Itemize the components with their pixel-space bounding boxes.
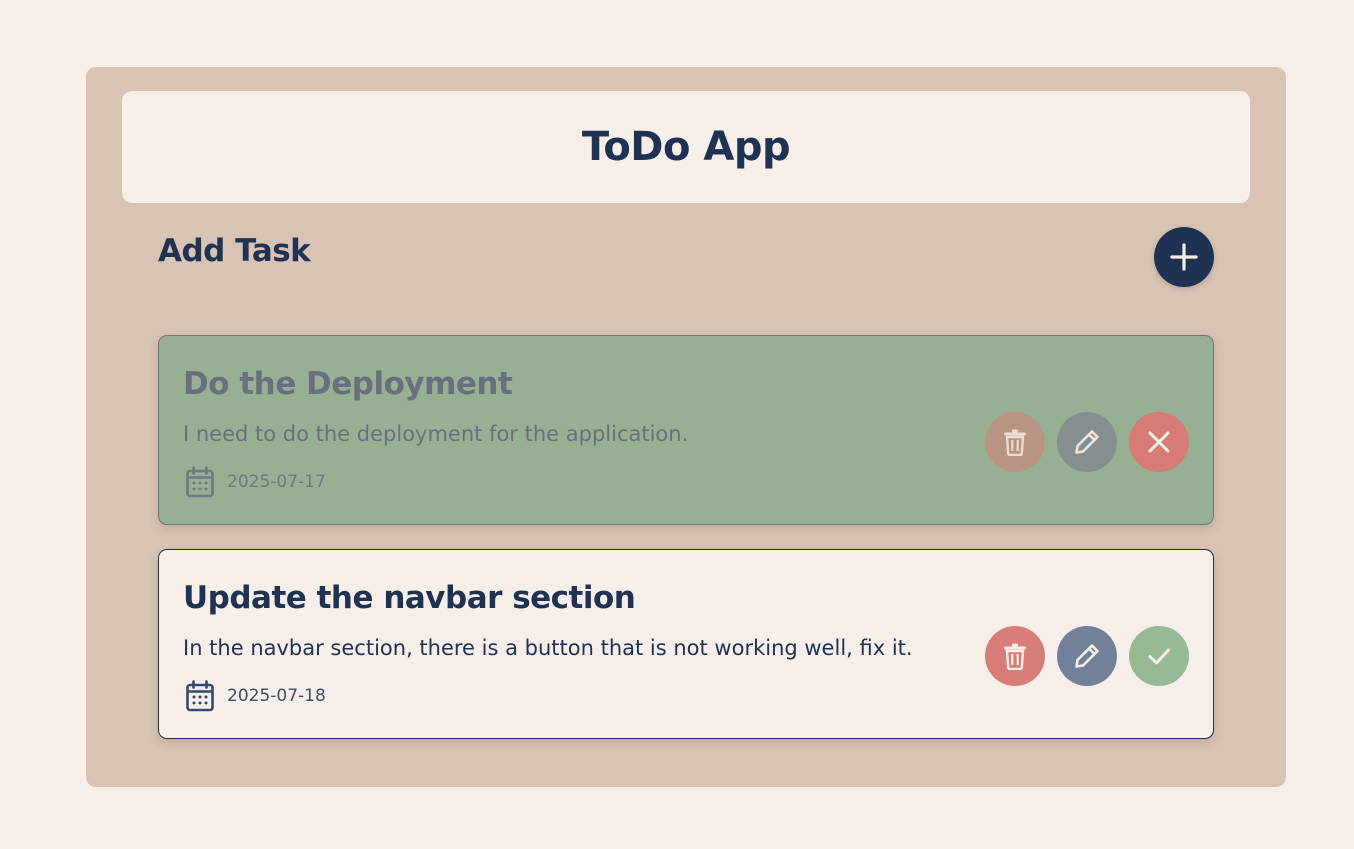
trash-icon	[1004, 429, 1026, 456]
mark-incomplete-button[interactable]	[1129, 412, 1189, 472]
task-card-completed: Do the Deployment I need to do the deplo…	[158, 335, 1214, 525]
task-title: Do the Deployment	[183, 366, 513, 402]
task-description: I need to do the deployment for the appl…	[183, 422, 689, 446]
task-description: In the navbar section, there is a button…	[183, 636, 913, 660]
add-task-row: Add Task	[158, 227, 1214, 287]
check-icon	[1148, 648, 1170, 665]
plus-icon	[1170, 243, 1198, 271]
task-actions	[985, 412, 1189, 472]
calendar-icon	[186, 466, 214, 498]
add-task-button[interactable]	[1154, 227, 1214, 287]
edit-task-button[interactable]	[1057, 626, 1117, 686]
delete-task-button[interactable]	[985, 412, 1045, 472]
task-title: Update the navbar section	[183, 580, 636, 616]
pencil-icon	[1075, 644, 1099, 668]
trash-icon	[1004, 643, 1026, 670]
task-date: 2025-07-17	[227, 472, 326, 492]
task-date-row: 2025-07-17	[185, 466, 326, 498]
pencil-icon	[1075, 430, 1099, 454]
app-header: ToDo App	[122, 91, 1250, 203]
task-date-row: 2025-07-18	[185, 680, 326, 712]
task-date: 2025-07-18	[227, 686, 326, 706]
task-actions	[985, 626, 1189, 686]
task-card-pending: Update the navbar section In the navbar …	[158, 549, 1214, 739]
calendar-icon	[186, 680, 214, 712]
edit-task-button[interactable]	[1057, 412, 1117, 472]
app-title: ToDo App	[581, 124, 791, 170]
close-icon	[1148, 431, 1170, 453]
mark-complete-button[interactable]	[1129, 626, 1189, 686]
todo-panel: ToDo App Add Task Do the Deployment I ne…	[86, 67, 1286, 787]
add-task-title: Add Task	[158, 233, 311, 269]
delete-task-button[interactable]	[985, 626, 1045, 686]
